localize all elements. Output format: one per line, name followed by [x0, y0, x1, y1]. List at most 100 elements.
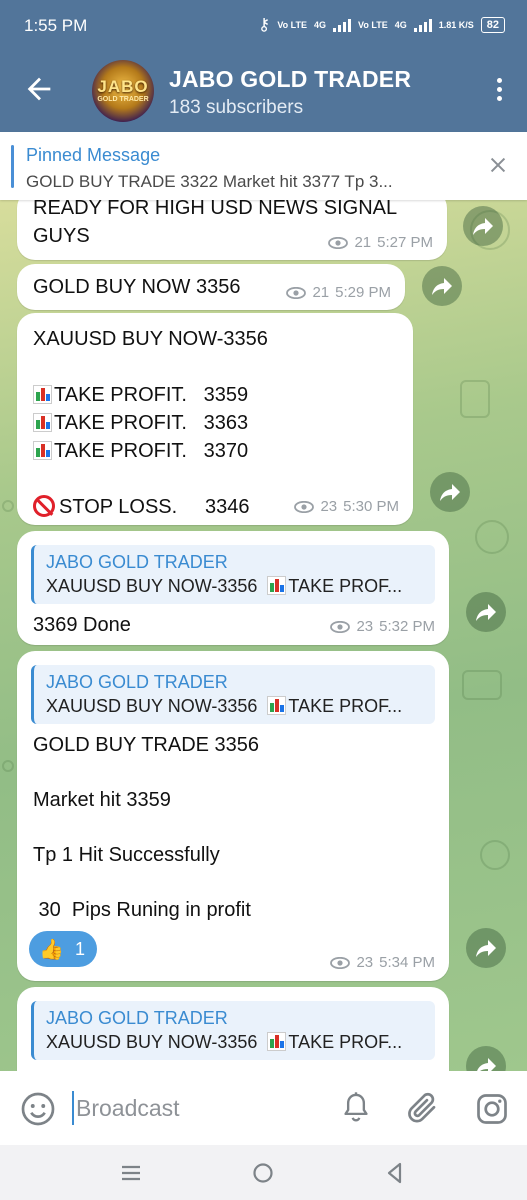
- view-count: 21: [312, 284, 330, 301]
- message-time: 5:27 PM: [377, 234, 433, 251]
- take-profit-line: TAKE PROFIT. 3363: [33, 409, 268, 437]
- background-doodle: [2, 500, 14, 512]
- message-meta: 23 5:30 PM: [294, 498, 399, 515]
- background-doodle: [462, 670, 502, 700]
- broadcast-input[interactable]: [72, 1091, 312, 1125]
- background-doodle: [2, 760, 14, 772]
- reply-text: XAUUSD BUY NOW-3356 TAKE PROF...: [46, 574, 425, 598]
- message-meta: 23 5:32 PM: [330, 618, 435, 635]
- message-line: READY FOR HIGH USD NEWS SIGNAL: [33, 200, 398, 219]
- share-arrow-icon: [473, 218, 493, 235]
- smile-icon[interactable]: [20, 1091, 56, 1127]
- volte-tag-1: Vo LTE: [277, 19, 308, 30]
- no-entry-icon: [33, 495, 55, 517]
- share-arrow-icon: [476, 604, 496, 621]
- channel-header: JABO GOLD TRADER JABO GOLD TRADER 183 su…: [0, 52, 527, 132]
- message-text: GOLD BUY NOW 3356: [33, 276, 241, 298]
- back-nav-icon[interactable]: [382, 1160, 408, 1186]
- reply-preview[interactable]: JABO GOLD TRADER XAUUSD BUY NOW-3356 TAK…: [31, 545, 435, 604]
- views-icon: [330, 620, 351, 633]
- reply-text: XAUUSD BUY NOW-3356 TAKE PROF...: [46, 694, 425, 718]
- message-time: 5:34 PM: [379, 954, 435, 971]
- chat-area[interactable]: READY FOR HIGH USD NEWS SIGNAL GUYS 21 5…: [0, 200, 527, 1071]
- share-button[interactable]: [466, 592, 506, 632]
- message-line: GOLD BUY TRADE 3356: [33, 734, 260, 756]
- reply-author: JABO GOLD TRADER: [46, 552, 228, 572]
- reply-preview[interactable]: JABO GOLD TRADER XAUUSD BUY NOW-3356 TAK…: [31, 665, 435, 724]
- message-bubble[interactable]: GOLD BUY NOW 3356 21 5:29 PM: [17, 264, 405, 310]
- system-nav-bar: [0, 1145, 527, 1200]
- share-button[interactable]: [466, 928, 506, 968]
- background-doodle: [460, 380, 490, 418]
- reply-text-tail: TAKE PROF...: [288, 1032, 403, 1052]
- pinned-text: GOLD BUY TRADE 3322 Market hit 3377 Tp 3…: [26, 172, 393, 191]
- signal-bars-2-icon: [413, 18, 432, 32]
- channel-title[interactable]: JABO GOLD TRADER: [169, 66, 411, 93]
- key-icon: ⚷: [257, 15, 271, 34]
- take-profit-text: TAKE PROFIT. 3370: [54, 440, 249, 462]
- pinned-message-bar[interactable]: Pinned Message GOLD BUY TRADE 3322 Marke…: [0, 132, 527, 200]
- message-bubble[interactable]: JABO GOLD TRADER XAUUSD BUY NOW-3356 TAK…: [17, 987, 449, 1071]
- share-button[interactable]: [466, 1046, 506, 1071]
- reaction-chip[interactable]: 👍 1: [29, 931, 97, 967]
- bar-chart-icon: [33, 385, 52, 404]
- message-text: 3369 Done: [33, 614, 131, 636]
- views-icon: [286, 286, 307, 299]
- reaction-count: 1: [75, 939, 86, 959]
- message-bubble[interactable]: XAUUSD BUY NOW-3356 TAKE PROFIT. 3359 TA…: [17, 313, 413, 525]
- message-text: GOLD BUY TRADE 3356 Market hit 3359 Tp 1…: [33, 731, 259, 924]
- reply-text-tail: TAKE PROF...: [288, 696, 403, 716]
- bar-chart-icon: [267, 1032, 287, 1051]
- take-profit-text: TAKE PROFIT. 3363: [54, 412, 249, 434]
- network-speed: 1.81 K/S: [438, 19, 474, 30]
- view-count: 21: [354, 234, 372, 251]
- volte-tag-2: Vo LTE: [358, 19, 388, 30]
- message-meta: 23 5:34 PM: [330, 954, 435, 971]
- reply-text: XAUUSD BUY NOW-3356 TAKE PROF...: [46, 1030, 425, 1054]
- back-arrow-icon[interactable]: [22, 72, 56, 106]
- views-icon: [294, 500, 315, 513]
- close-icon[interactable]: [487, 154, 509, 176]
- reply-text-main: XAUUSD BUY NOW-3356: [46, 576, 258, 596]
- message-meta: 21 5:29 PM: [286, 284, 391, 301]
- reply-author: JABO GOLD TRADER: [46, 1008, 228, 1028]
- message-line: Tp 1 Hit Successfully: [33, 844, 220, 866]
- take-profit-line: TAKE PROFIT. 3359: [33, 381, 268, 409]
- paperclip-icon[interactable]: [404, 1089, 440, 1127]
- take-profit-text: TAKE PROFIT. 3359: [54, 384, 249, 406]
- bar-chart-icon: [267, 696, 287, 715]
- view-count: 23: [356, 618, 374, 635]
- share-button[interactable]: [463, 206, 503, 246]
- status-time: 1:55 PM: [24, 16, 88, 35]
- avatar-logo-subtext: GOLD TRADER: [97, 96, 149, 103]
- share-arrow-icon: [477, 1058, 496, 1071]
- home-icon[interactable]: [250, 1160, 276, 1186]
- bar-chart-icon: [33, 441, 52, 460]
- view-count: 23: [320, 498, 338, 515]
- message-time: 5:32 PM: [379, 618, 435, 635]
- share-arrow-icon: [476, 940, 496, 957]
- channel-avatar[interactable]: JABO GOLD TRADER: [92, 60, 154, 122]
- reply-preview[interactable]: JABO GOLD TRADER XAUUSD BUY NOW-3356 TAK…: [31, 1001, 435, 1060]
- message-bubble[interactable]: JABO GOLD TRADER XAUUSD BUY NOW-3356 TAK…: [17, 531, 449, 645]
- recent-apps-icon[interactable]: [118, 1160, 144, 1186]
- share-button[interactable]: [422, 266, 462, 306]
- message-line: Market hit 3359: [33, 789, 171, 811]
- reply-text-main: XAUUSD BUY NOW-3356: [46, 696, 258, 716]
- network-type-2: 4G: [394, 20, 407, 30]
- bar-chart-icon: [267, 576, 287, 595]
- message-bubble[interactable]: JABO GOLD TRADER XAUUSD BUY NOW-3356 TAK…: [17, 651, 449, 981]
- share-button[interactable]: [430, 472, 470, 512]
- network-type-1: 4G: [314, 20, 327, 30]
- stop-loss-line: STOP LOSS. 3346: [33, 493, 268, 521]
- status-bar: 1:55 PM ⚷ Vo LTE 4G Vo LTE 4G 1.81 K/S 8…: [0, 0, 527, 52]
- instagram-camera-icon[interactable]: [474, 1091, 510, 1127]
- message-bubble[interactable]: READY FOR HIGH USD NEWS SIGNAL GUYS 21 5…: [17, 200, 447, 260]
- more-vert-icon[interactable]: [493, 78, 505, 108]
- take-profit-line: TAKE PROFIT. 3370: [33, 437, 268, 465]
- background-doodle: [475, 520, 509, 554]
- bell-icon[interactable]: [340, 1091, 372, 1125]
- reply-text-tail: TAKE PROF...: [288, 576, 403, 596]
- status-icons: ⚷ Vo LTE 4G Vo LTE 4G 1.81 K/S 82: [258, 15, 505, 35]
- composer-bar: [0, 1071, 527, 1145]
